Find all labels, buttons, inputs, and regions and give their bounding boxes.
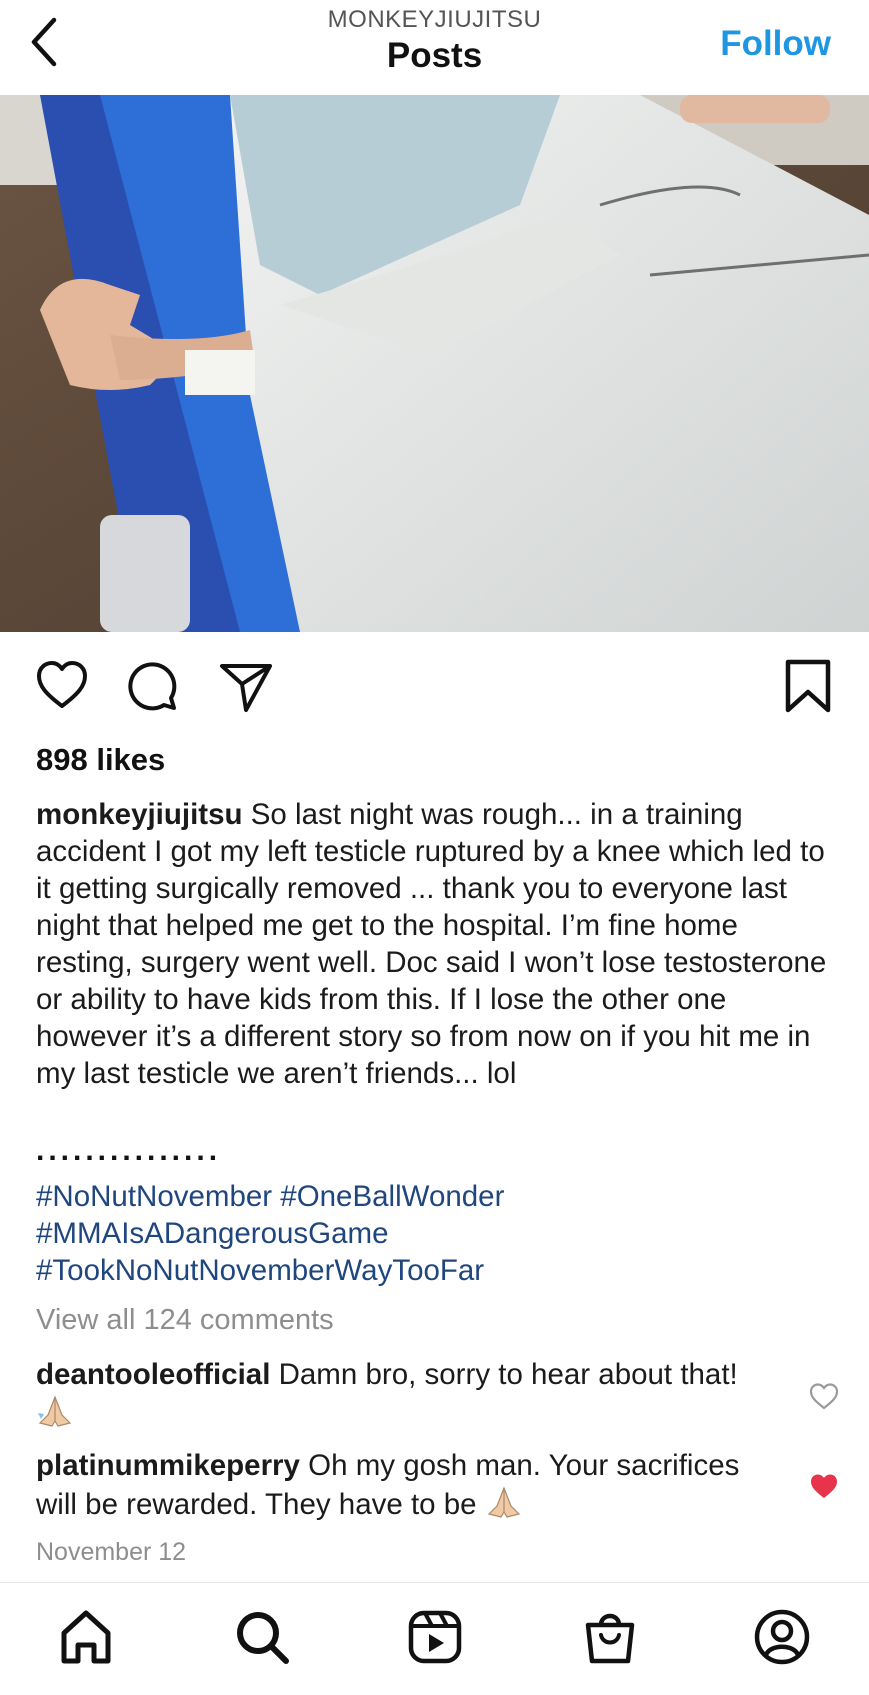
post-date: November 12 [36,1538,187,1566]
caption-username[interactable]: monkeyjiujitsu [36,798,243,831]
caption-separator: ............... [36,1134,222,1167]
comment-username[interactable]: deantooleofficial [36,1358,270,1391]
hashtag-line[interactable]: #NoNutNovember #OneBallWonder [36,1178,836,1215]
folded-hands-emoji-icon [38,1395,72,1427]
comment-liked-heart-icon[interactable] [808,1471,840,1503]
home-icon[interactable] [56,1607,116,1667]
heart-icon[interactable] [34,658,90,714]
follow-button[interactable]: Follow [720,24,831,64]
top-bar: MONKEYJIUJITSU Posts Follow [0,0,869,95]
comment-username[interactable]: platinummikeperry [36,1449,300,1482]
hashtag-line[interactable]: #MMAIsADangerousGame [36,1215,836,1252]
folded-hands-emoji-icon [487,1486,520,1518]
hospital-bed-photo [0,95,869,632]
likes-count[interactable]: 898 likes [36,742,165,778]
shop-icon[interactable] [580,1607,640,1667]
reels-icon[interactable] [405,1607,465,1667]
post-image[interactable] [0,95,869,632]
comment-text: Damn bro, sorry to hear about that! [278,1358,738,1391]
search-icon[interactable] [232,1607,292,1667]
bookmark-icon[interactable] [780,658,836,714]
comment-item: platinummikeperry Oh my gosh man. Your s… [36,1447,776,1523]
hashtags: #NoNutNovember #OneBallWonder #MMAIsADan… [36,1178,836,1289]
caption-text: So last night was rough... in a training… [36,798,827,1090]
post-actions [0,632,869,742]
share-icon[interactable] [218,658,274,714]
hashtag-line[interactable]: #TookNoNutNovemberWayTooFar [36,1252,836,1289]
bottom-tab-bar [0,1583,869,1695]
profile-icon[interactable] [752,1607,812,1667]
comment-item: deantooleofficial Damn bro, sorry to hea… [36,1356,776,1432]
post-caption: monkeyjiujitsu So last night was rough..… [36,796,842,1092]
comment-icon[interactable] [124,658,180,714]
view-all-comments-link[interactable]: View all 124 comments [36,1304,334,1337]
comment-like-heart-icon[interactable] [808,1381,840,1413]
